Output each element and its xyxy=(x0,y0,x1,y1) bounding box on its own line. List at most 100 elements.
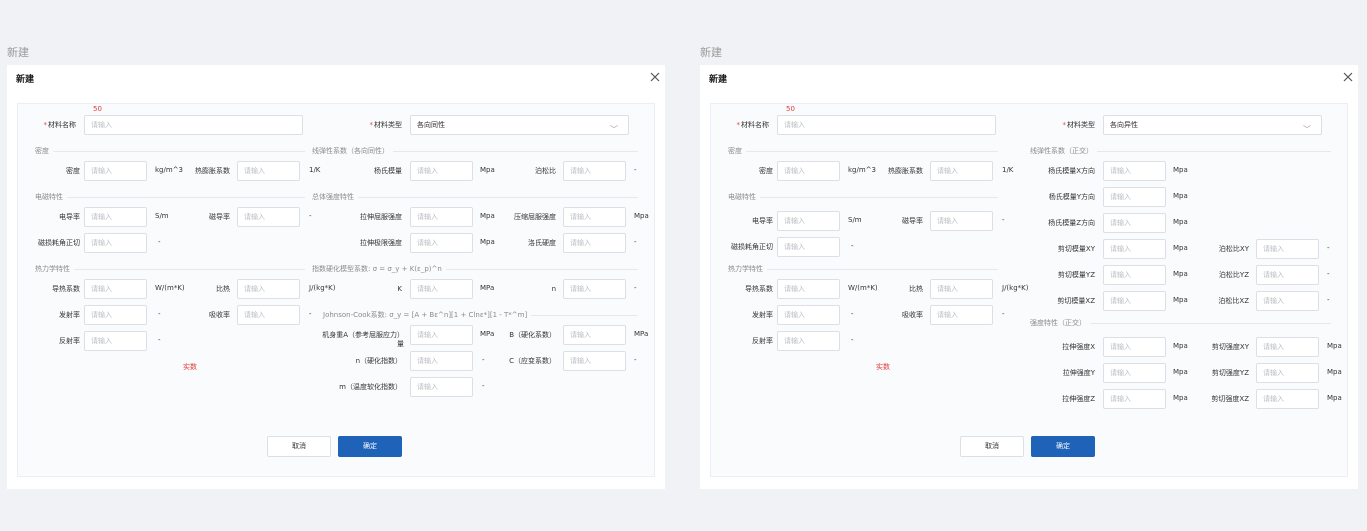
section-hardening: 指数硬化模型系数: σ = σ_y + K(ε_p)^n xyxy=(308,264,638,274)
thermal-expansion-label: 热膨胀系数 xyxy=(888,167,923,175)
tensile-z-label: 拉伸强度Z xyxy=(1062,395,1095,403)
young-y-input[interactable] xyxy=(1103,187,1166,207)
conductivity-label: 电导率 xyxy=(752,217,773,225)
density-input[interactable] xyxy=(84,161,147,181)
jc-b-input[interactable] xyxy=(563,325,626,345)
shear-yz-input[interactable] xyxy=(1103,265,1166,285)
close-icon[interactable] xyxy=(649,71,661,83)
absorptivity-unit: - xyxy=(309,310,312,318)
poisson-unit: - xyxy=(634,166,637,174)
compressive-yield-label: 压缩屈服强度 xyxy=(514,213,556,221)
shear-xy-input[interactable] xyxy=(1103,239,1166,259)
shear-xz-unit: Mpa xyxy=(1173,296,1188,304)
reflectivity-label: 反射率 xyxy=(752,337,773,345)
conductivity-input[interactable] xyxy=(777,211,840,231)
jc-a-label: 机身重A（参考屈服应力）量 xyxy=(322,331,404,348)
compressive-yield-input[interactable] xyxy=(563,207,626,227)
tensile-x-label: 拉伸强度X xyxy=(1062,343,1095,351)
tensile-y-label: 拉伸强度Y xyxy=(1062,369,1095,377)
poisson-xz-input[interactable] xyxy=(1256,291,1319,311)
new-material-dialog-anisotropic: 新建 50 *材料名称 *材料类型 各向异性﹀ 密度 线弹性系数（正交） 密度 … xyxy=(700,65,1358,489)
jc-a-input[interactable] xyxy=(410,325,473,345)
young-modulus-unit: Mpa xyxy=(480,166,495,174)
tensile-yield-input[interactable] xyxy=(410,207,473,227)
material-name-input[interactable] xyxy=(84,115,303,135)
material-type-value: 各向异性 xyxy=(1110,121,1138,129)
thermal-conductivity-input[interactable] xyxy=(84,279,147,299)
cancel-button[interactable]: 取消 xyxy=(267,436,331,457)
young-z-input[interactable] xyxy=(1103,213,1166,233)
tensile-y-input[interactable] xyxy=(1103,363,1166,383)
shear-strength-xz-input[interactable] xyxy=(1256,389,1319,409)
young-modulus-input[interactable] xyxy=(410,161,473,181)
permeability-input[interactable] xyxy=(930,211,993,231)
poisson-xy-input[interactable] xyxy=(1256,239,1319,259)
reflectivity-unit: - xyxy=(851,336,854,344)
density-input[interactable] xyxy=(777,161,840,181)
section-thermal: 热力学特性 xyxy=(35,264,305,274)
loss-tangent-unit: - xyxy=(158,238,161,246)
annotation-50: 50 xyxy=(786,105,795,113)
cancel-button[interactable]: 取消 xyxy=(960,436,1024,457)
shear-strength-xy-unit: Mpa xyxy=(1327,342,1342,350)
shear-strength-xz-unit: Mpa xyxy=(1327,394,1342,402)
specific-heat-unit: J/(kg*K) xyxy=(309,284,336,292)
shear-strength-xy-input[interactable] xyxy=(1256,337,1319,357)
shear-yz-label: 剪切模量YZ xyxy=(1057,271,1095,279)
tensile-x-input[interactable] xyxy=(1103,337,1166,357)
dialog-title: 新建 xyxy=(16,75,35,85)
section-strength: 强度特性（正交） xyxy=(1026,318,1331,328)
loss-tangent-input[interactable] xyxy=(84,233,147,253)
absorptivity-input[interactable] xyxy=(237,305,300,325)
jc-a-unit: MPa xyxy=(480,330,495,338)
absorptivity-input[interactable] xyxy=(930,305,993,325)
section-title: 热力学特性 xyxy=(35,264,74,274)
jc-n-unit: - xyxy=(482,356,485,364)
material-name-input[interactable] xyxy=(777,115,996,135)
section-density: 密度 xyxy=(35,146,305,156)
thermal-expansion-input[interactable] xyxy=(930,161,993,181)
annotation-real-number: 实数 xyxy=(876,363,890,371)
confirm-button[interactable]: 确定 xyxy=(338,436,402,457)
material-type-select[interactable]: 各向同性 ﹀ xyxy=(410,115,629,135)
compressive-yield-unit: Mpa xyxy=(634,212,649,220)
confirm-button[interactable]: 确定 xyxy=(1031,436,1095,457)
conductivity-input[interactable] xyxy=(84,207,147,227)
emissivity-input[interactable] xyxy=(777,305,840,325)
thermal-expansion-input[interactable] xyxy=(237,161,300,181)
shear-strength-yz-unit: Mpa xyxy=(1327,368,1342,376)
tensile-yield-label: 拉伸屈服强度 xyxy=(360,213,402,221)
reflectivity-input[interactable] xyxy=(84,331,147,351)
thermal-conductivity-input[interactable] xyxy=(777,279,840,299)
section-title: 线弹性系数（正交） xyxy=(1026,146,1097,156)
section-strength: 总体强度特性 xyxy=(308,192,638,202)
hardness-input[interactable] xyxy=(563,233,626,253)
permeability-label: 磁导率 xyxy=(902,217,923,225)
reflectivity-input[interactable] xyxy=(777,331,840,351)
thermal-conductivity-label: 导热系数 xyxy=(52,285,80,293)
loss-tangent-input[interactable] xyxy=(777,237,840,257)
required-mark: * xyxy=(1062,121,1067,129)
poisson-input[interactable] xyxy=(563,161,626,181)
emissivity-input[interactable] xyxy=(84,305,147,325)
required-mark: * xyxy=(736,121,741,129)
shear-strength-yz-input[interactable] xyxy=(1256,363,1319,383)
jc-n-input[interactable] xyxy=(410,351,473,371)
material-type-select[interactable]: 各向异性 ﹀ xyxy=(1103,115,1322,135)
shear-xy-label: 剪切模量XY xyxy=(1057,245,1095,253)
ultimate-strength-input[interactable] xyxy=(410,233,473,253)
jc-m-input[interactable] xyxy=(410,377,473,397)
young-x-input[interactable] xyxy=(1103,161,1166,181)
jc-c-input[interactable] xyxy=(563,351,626,371)
permeability-input[interactable] xyxy=(237,207,300,227)
tensile-z-input[interactable] xyxy=(1103,389,1166,409)
shear-xz-input[interactable] xyxy=(1103,291,1166,311)
density-label: 密度 xyxy=(759,167,773,175)
specific-heat-input[interactable] xyxy=(237,279,300,299)
specific-heat-label: 比热 xyxy=(216,285,230,293)
specific-heat-input[interactable] xyxy=(930,279,993,299)
poisson-yz-input[interactable] xyxy=(1256,265,1319,285)
n-coeff-input[interactable] xyxy=(563,279,626,299)
k-coeff-input[interactable] xyxy=(410,279,473,299)
close-icon[interactable] xyxy=(1342,71,1354,83)
